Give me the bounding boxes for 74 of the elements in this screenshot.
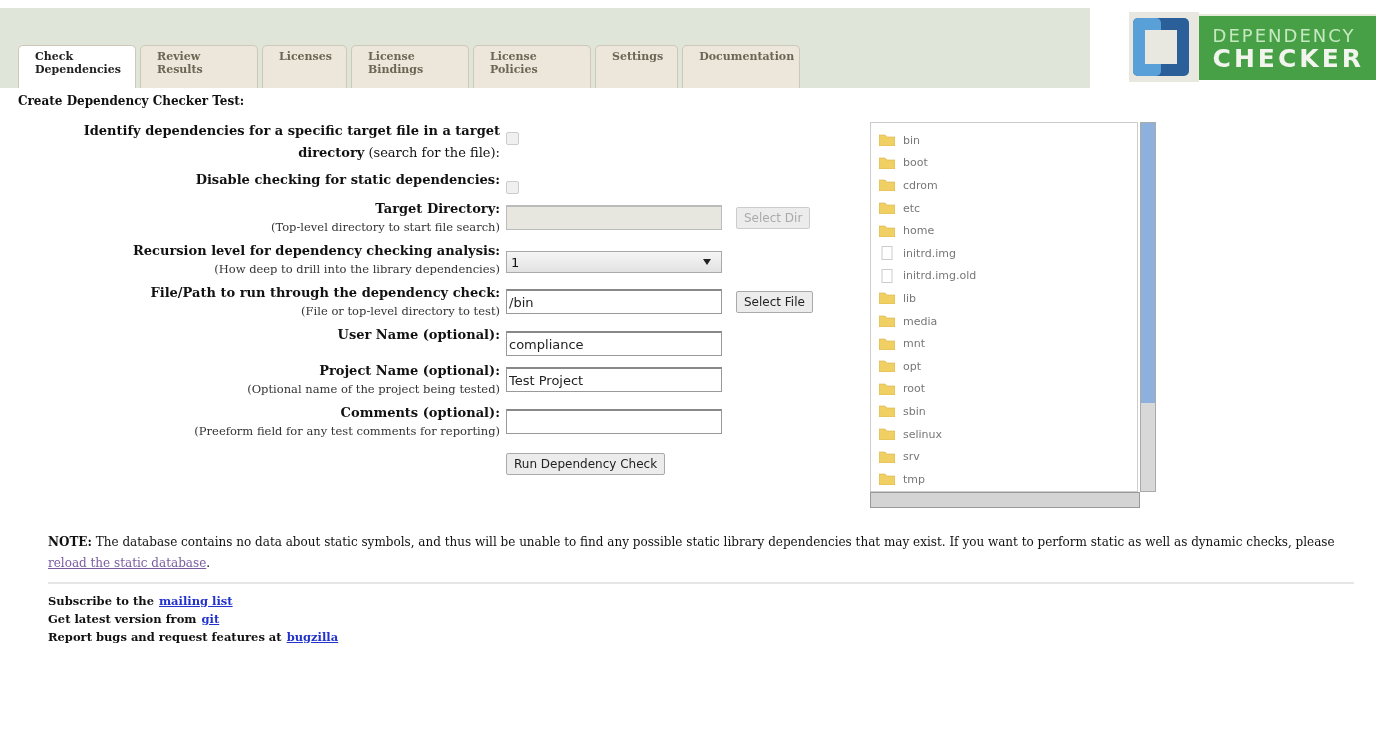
scrollbar[interactable] xyxy=(1140,122,1156,492)
tab[interactable]: License Bindings xyxy=(351,45,469,88)
folder-icon xyxy=(879,156,895,169)
file-name[interactable]: media xyxy=(903,314,938,328)
page-heading: Create Dependency Checker Test: xyxy=(17,93,246,108)
file-name[interactable]: initrd.img xyxy=(903,246,956,260)
folder-icon xyxy=(879,428,895,440)
dropdown[interactable]: 1 xyxy=(506,251,722,273)
tab[interactable]: Settings xyxy=(595,45,679,88)
folder-icon xyxy=(879,473,895,486)
file-name[interactable]: selinux xyxy=(903,427,943,441)
caret-icon xyxy=(703,259,711,265)
folder-icon xyxy=(879,202,895,215)
scrollbar[interactable] xyxy=(870,492,1140,508)
tab[interactable]: Licenses xyxy=(262,45,347,88)
field-label: Disable checking for static dependencies: xyxy=(195,171,500,189)
folder-icon xyxy=(879,360,895,373)
field-label: Recursion level for dependency checking analysis: xyxy=(132,242,500,260)
tab[interactable]: Review Results xyxy=(140,45,258,88)
field-label: Project Name (optional): xyxy=(319,362,500,380)
folder-icon xyxy=(879,405,895,418)
file-name[interactable]: root xyxy=(903,382,926,396)
field-hint: (Top-level directory to start file search) xyxy=(270,219,500,236)
checkbox[interactable] xyxy=(506,181,519,194)
file-name[interactable]: sbin xyxy=(903,404,926,418)
field-label: Comments (optional): xyxy=(340,404,500,422)
field-label: User Name (optional): xyxy=(337,326,500,344)
note-text: NOTE: The database contains no data about static symbols, and thus will be unable to find any possible static library dependencies that may exist. If you want to perform static as well as dynamic checks, please reload the static database. xyxy=(48,534,1336,572)
file-name[interactable]: srv xyxy=(903,450,920,464)
text-field[interactable]: /bin xyxy=(506,289,722,314)
logo-text: CHECKER xyxy=(1212,46,1364,71)
footer-text: Get latest version from xyxy=(48,611,197,628)
field-hint: (Preeform field for any test comments for reporting) xyxy=(194,423,500,440)
run-button[interactable]: Run Dependency Check xyxy=(506,453,666,475)
folder-icon xyxy=(879,315,895,328)
footer-text: Report bugs and request features at xyxy=(48,629,282,646)
footer-link[interactable]: bugzilla xyxy=(286,628,339,646)
folder-icon xyxy=(879,450,895,463)
tab[interactable]: Documentation xyxy=(682,45,801,88)
folder-icon xyxy=(879,179,895,192)
folder-icon xyxy=(879,382,895,395)
field-hint: (File or top-level directory to test) xyxy=(301,303,500,320)
file-name[interactable]: initrd.img.old xyxy=(903,269,977,283)
file-name[interactable]: boot xyxy=(903,156,928,170)
file-name[interactable]: lib xyxy=(903,291,917,305)
file-name[interactable]: tmp xyxy=(903,472,925,486)
tab[interactable]: Check Dependencies xyxy=(18,45,136,88)
folder-icon xyxy=(879,224,895,237)
file-name[interactable]: etc xyxy=(903,201,921,215)
text-field[interactable]: Test Project xyxy=(506,367,722,392)
file-name[interactable]: mnt xyxy=(903,337,925,351)
folder-icon xyxy=(879,337,895,350)
field-label: Identify dependencies for a specific target file in a target directory (search for the file): xyxy=(82,122,500,162)
checkbox[interactable] xyxy=(506,132,519,145)
field-hint: (How deep to drill into the library dependencies) xyxy=(214,261,500,278)
file-name[interactable]: home xyxy=(903,224,935,238)
footer-text: Subscribe to the xyxy=(48,593,154,610)
text-field[interactable]: compliance xyxy=(506,331,722,356)
footer-link[interactable]: mailing list xyxy=(158,592,233,610)
file-name[interactable]: bin xyxy=(903,133,920,147)
folder-icon xyxy=(879,292,895,305)
field-label: Target Directory: xyxy=(375,200,500,218)
select-button[interactable]: Select File xyxy=(736,290,813,313)
folder-icon xyxy=(879,134,895,147)
file-name[interactable]: cdrom xyxy=(903,179,938,192)
field-label: File/Path to run through the dependency check: xyxy=(150,284,500,302)
footer-link[interactable]: git xyxy=(201,610,220,628)
logo-text: DEPENDENCY xyxy=(1212,25,1357,46)
tab[interactable]: License Policies xyxy=(473,45,591,88)
file-icon xyxy=(879,268,895,283)
file-icon xyxy=(879,246,895,261)
file-name[interactable]: opt xyxy=(903,359,922,373)
text-field[interactable] xyxy=(506,409,722,434)
field-hint: (Optional name of the project being tested) xyxy=(247,381,500,398)
